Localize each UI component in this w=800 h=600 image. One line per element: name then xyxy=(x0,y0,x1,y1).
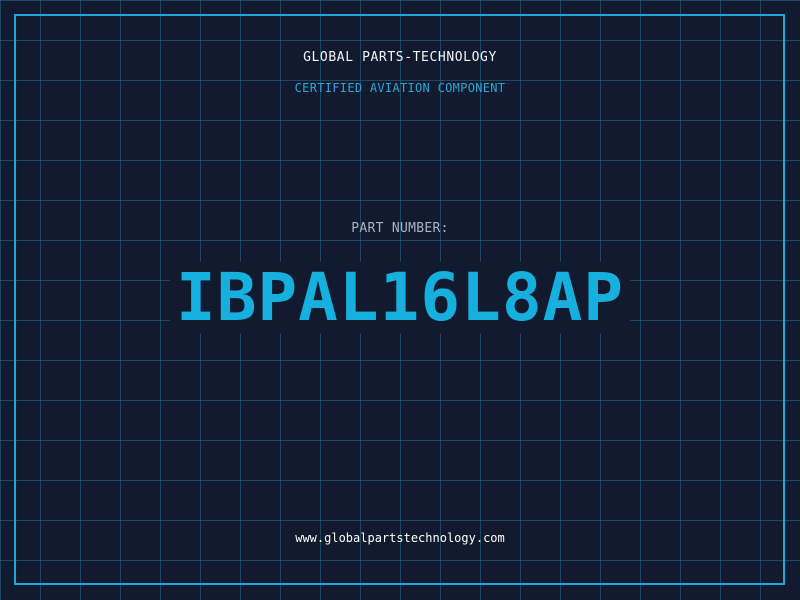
part-number-label: PART NUMBER: xyxy=(351,221,449,236)
company-name: GLOBAL PARTS-TECHNOLOGY xyxy=(303,50,497,65)
tagline: CERTIFIED AVIATION COMPONENT xyxy=(294,81,506,95)
website-url: www.globalpartstechnology.com xyxy=(295,531,505,545)
part-number: IBPAL16L8AP xyxy=(169,262,631,334)
part-number-container: IBPAL16L8AP xyxy=(0,262,800,334)
